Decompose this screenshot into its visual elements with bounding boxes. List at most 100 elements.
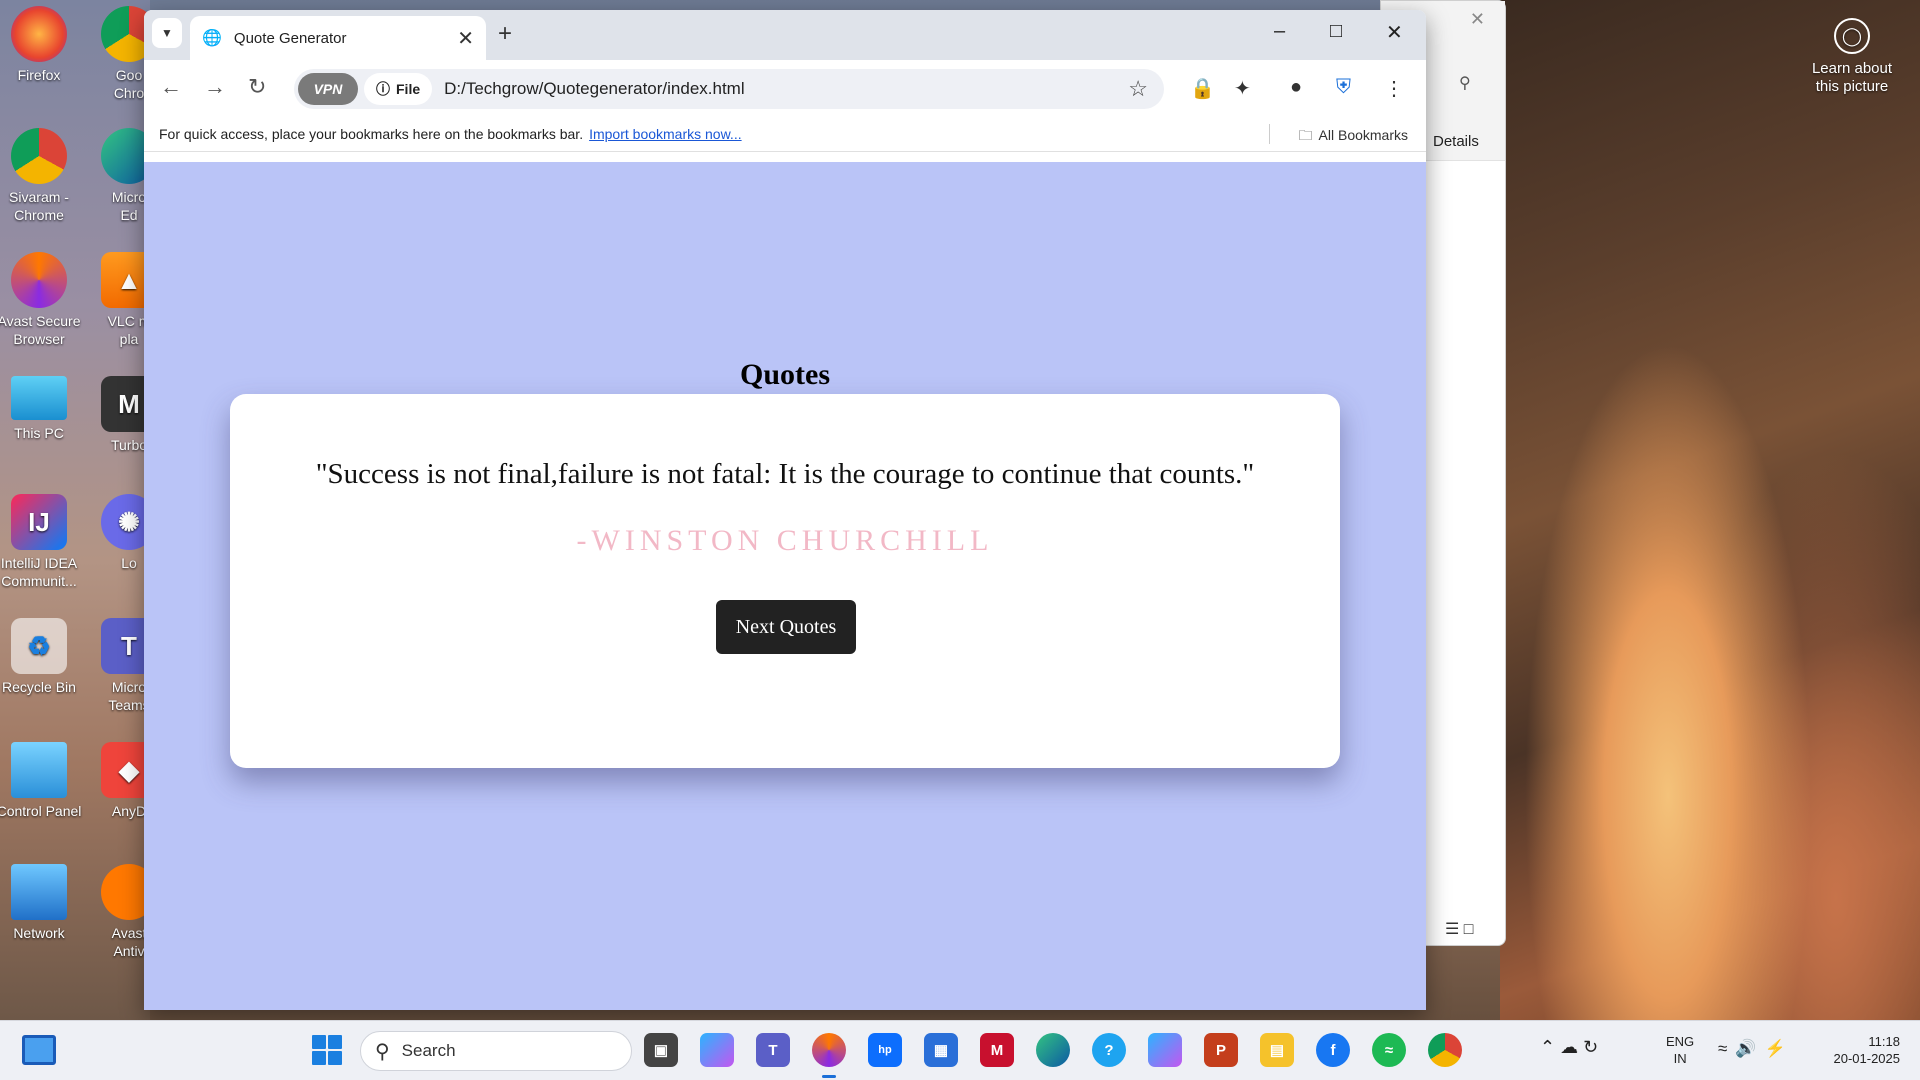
firefox-icon — [11, 6, 67, 62]
desktop-icon-label: Avast Secure Browser — [0, 313, 81, 347]
file-explorer-icon[interactable]: ▤ — [1260, 1033, 1294, 1067]
desktop-wallpaper-right — [1500, 0, 1920, 1020]
view-toggle-icons[interactable]: ☰ □ — [1445, 919, 1473, 939]
vpn-button[interactable]: VPN — [298, 73, 358, 105]
close-tab-icon[interactable]: ✕ — [457, 26, 474, 51]
copilot-icon[interactable] — [700, 1033, 734, 1067]
menu-kebab-icon[interactable]: ⋮ — [1384, 76, 1404, 101]
myhp-icon[interactable]: hp — [868, 1033, 902, 1067]
close-window-button[interactable]: ✕ — [1386, 20, 1403, 45]
browser-window: ▼ 🌐 Quote Generator ✕ + – □ ✕ ← → ↻ VPN … — [144, 10, 1426, 1010]
site-info-chip[interactable]: ⓘ File — [364, 73, 433, 105]
avast-browser-icon — [11, 252, 67, 308]
password-lock-icon[interactable]: 🔒 — [1190, 76, 1215, 101]
desktop-icon-intellij[interactable]: IJ IntelliJ IDEA Communit... — [0, 494, 86, 590]
taskbar-search[interactable]: ⚲ Search — [360, 1031, 632, 1071]
desktop-icon-label: Firefox — [17, 67, 61, 83]
desktop-icon-recycle-bin[interactable]: ♻ Recycle Bin — [0, 618, 86, 696]
m365-icon[interactable] — [1148, 1033, 1182, 1067]
new-tab-button[interactable]: + — [498, 20, 512, 48]
chrome-icon — [11, 128, 67, 184]
tab-search-dropdown[interactable]: ▼ — [152, 18, 182, 48]
desktop-icon-label: This PC — [14, 425, 64, 441]
tab-title: Quote Generator — [233, 29, 347, 47]
desktop-icon-label: IntelliJ IDEA Communit... — [0, 555, 78, 589]
desktop-icon-chrome-profile[interactable]: Sivaram - Chrome — [0, 128, 86, 224]
start-button[interactable] — [312, 1035, 342, 1065]
minimize-button[interactable]: – — [1274, 20, 1285, 43]
recycle-bin-icon: ♻ — [11, 618, 67, 674]
language-indicator[interactable]: ENG IN — [1666, 1033, 1694, 1067]
active-app-indicator — [822, 1075, 836, 1078]
desktop-icon-label: Recycle Bin — [2, 679, 76, 695]
tab-strip: ▼ 🌐 Quote Generator ✕ + – □ ✕ — [144, 10, 1426, 60]
clock-time: 11:18 — [1868, 1034, 1900, 1049]
task-view-icon[interactable]: ▣ — [644, 1033, 678, 1067]
forward-button[interactable]: → — [204, 74, 226, 100]
quote-author: -WINSTON CHURCHILL — [576, 524, 994, 557]
widgets-icon[interactable] — [22, 1035, 56, 1065]
mcafee-icon[interactable]: M — [980, 1033, 1014, 1067]
learn-about-label: Learn about this picture — [1811, 60, 1893, 95]
tray-overflow-icon[interactable]: ⌃ ☁ ↻ — [1540, 1037, 1598, 1058]
quote-text: "Success is not final,failure is not fat… — [315, 458, 1255, 490]
extensions-icon[interactable]: ✦ — [1234, 76, 1251, 101]
learn-about-picture[interactable]: ◯ Learn about this picture — [1800, 18, 1904, 96]
file-label: File — [396, 81, 421, 97]
maximize-button[interactable]: □ — [1330, 20, 1342, 43]
divider — [1269, 124, 1270, 144]
camera-icon: ◯ — [1834, 18, 1870, 54]
desktop-icon-label: Sivaram - Chrome — [9, 189, 69, 223]
wifi-volume-battery-icons[interactable]: ≈🔊⚡ — [1718, 1039, 1794, 1059]
shield-icon[interactable]: ⛨ — [1336, 76, 1351, 99]
info-icon: ⓘ — [376, 81, 390, 97]
clock[interactable]: 11:18 20-01-2025 — [1810, 1033, 1901, 1067]
browser-toolbar: ← → ↻ VPN ⓘ File D:/Techgrow/Quotegenera… — [144, 60, 1426, 116]
details-tab[interactable]: Details — [1433, 133, 1479, 150]
url-text[interactable]: D:/Techgrow/Quotegenerator/index.html — [444, 79, 1128, 99]
desktop-icon-control-panel[interactable]: Control Panel — [0, 742, 86, 820]
monitor-icon — [11, 376, 67, 420]
back-button[interactable]: ← — [160, 74, 182, 100]
edge-icon[interactable] — [1036, 1033, 1070, 1067]
store-icon[interactable]: ▦ — [924, 1033, 958, 1067]
folder-icon: 🗀 — [1298, 127, 1313, 143]
help-icon[interactable]: ? — [1092, 1033, 1126, 1067]
all-bookmarks-label: All Bookmarks — [1318, 127, 1408, 143]
desktop-icon-avast-browser[interactable]: Avast Secure Browser — [0, 252, 86, 348]
search-icon[interactable]: ⚲ — [1459, 73, 1471, 93]
taskbar-search-placeholder: Search — [401, 1041, 456, 1060]
reload-button[interactable]: ↻ — [248, 74, 266, 100]
desktop-icon-firefox[interactable]: Firefox — [0, 6, 86, 84]
clock-date: 20-01-2025 — [1833, 1051, 1901, 1066]
next-quotes-button[interactable]: Next Quotes — [716, 600, 856, 654]
page-title: Quotes — [740, 358, 830, 391]
bookmarks-hint: For quick access, place your bookmarks h… — [159, 125, 584, 142]
spotify-icon[interactable]: ≈ — [1372, 1033, 1406, 1067]
quote-card: "Success is not final,failure is not fat… — [230, 394, 1340, 768]
facebook-icon[interactable]: f — [1316, 1033, 1350, 1067]
import-bookmarks-link[interactable]: Import bookmarks now... — [589, 126, 742, 142]
network-icon — [11, 864, 67, 920]
tab-quote-generator[interactable]: 🌐 Quote Generator ✕ — [190, 16, 486, 60]
control-panel-icon — [11, 742, 67, 798]
close-icon[interactable]: ✕ — [1470, 9, 1485, 30]
intellij-icon: IJ — [11, 494, 67, 550]
powerpoint-icon[interactable]: P — [1204, 1033, 1238, 1067]
bookmarks-bar: For quick access, place your bookmarks h… — [144, 116, 1426, 152]
chrome-icon[interactable] — [1428, 1033, 1462, 1067]
language-code: ENG — [1666, 1034, 1695, 1049]
desktop-icon-this-pc[interactable]: This PC — [0, 376, 86, 442]
desktop-icon-label: Control Panel — [0, 803, 82, 819]
bookmark-star-icon[interactable]: ☆ — [1128, 76, 1148, 102]
desktop-icon-network[interactable]: Network — [0, 864, 86, 942]
desktop-icon-label: Network — [13, 925, 65, 941]
address-bar[interactable]: VPN ⓘ File D:/Techgrow/Quotegenerator/in… — [294, 69, 1164, 109]
search-icon: ⚲ — [375, 1040, 390, 1063]
all-bookmarks-button[interactable]: 🗀 All Bookmarks — [1299, 125, 1408, 149]
region-code: IN — [1673, 1051, 1687, 1066]
profile-icon[interactable]: ● — [1290, 76, 1302, 99]
taskbar: ⚲ Search ▣ T hp ▦ M ? P ▤ f ≈ ⌃ ☁ ↻ ENG … — [0, 1020, 1920, 1080]
avast-browser-icon[interactable] — [812, 1033, 846, 1067]
teams-icon[interactable]: T — [756, 1033, 790, 1067]
